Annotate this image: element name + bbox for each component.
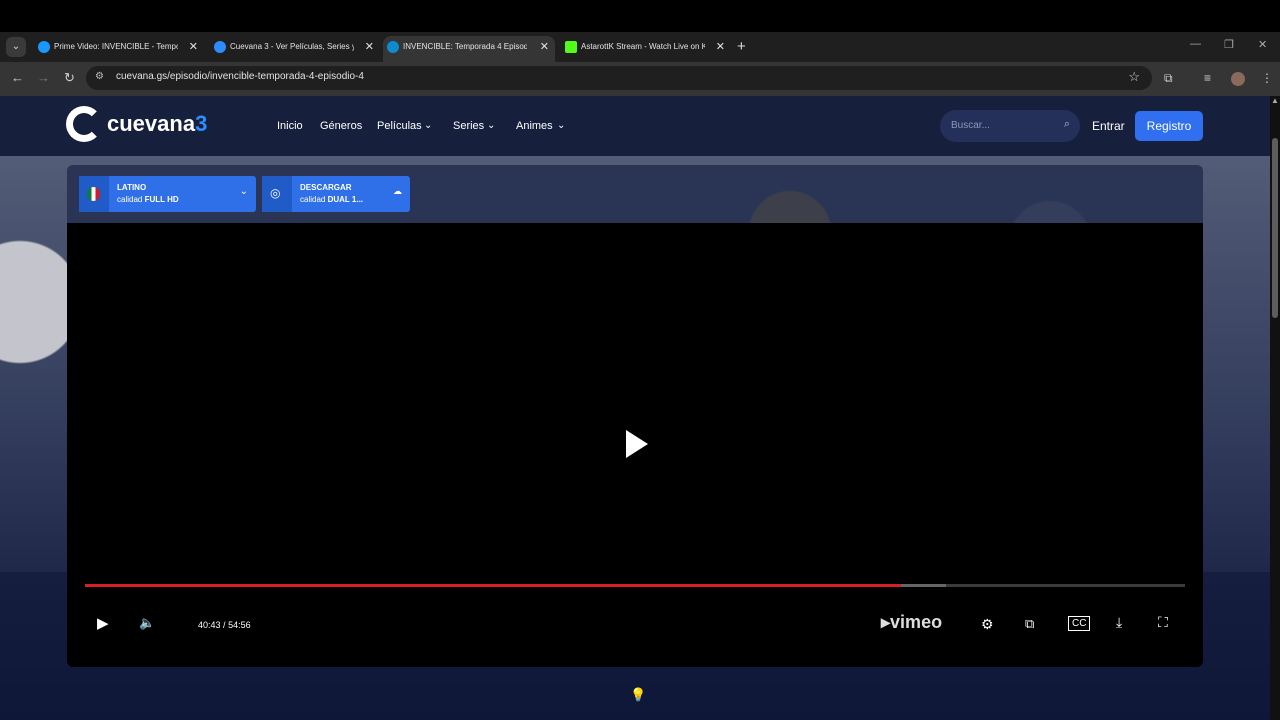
server-latino-button[interactable]: LATINO calidad FULL HD ⌄ <box>79 176 256 212</box>
forward-icon[interactable]: → <box>37 70 50 85</box>
nav-animes[interactable]: Animes <box>516 120 553 132</box>
progress-played <box>85 584 902 587</box>
search-icon[interactable]: ⌕ <box>1064 118 1070 131</box>
close-icon[interactable]: ✕ <box>716 36 725 58</box>
progress-bar[interactable] <box>85 584 1185 587</box>
tab-kick-stream[interactable]: AstarottK Stream - Watch Live on Kick ✕ <box>561 36 731 62</box>
player-icon <box>387 41 399 53</box>
download-icon-container: ◎ <box>262 176 292 212</box>
back-icon[interactable]: ← <box>11 70 24 85</box>
server-quality: calidad FULL HD <box>117 195 179 204</box>
minimize-icon[interactable]: — <box>1190 38 1201 50</box>
close-icon[interactable]: ✕ <box>540 36 549 58</box>
time-display: 40:43 / 54:56 <box>198 620 251 630</box>
big-play-icon[interactable] <box>626 430 648 458</box>
prime-video-icon <box>38 41 50 53</box>
page: cuevana3 Inicio Géneros Películas ⌄ Seri… <box>0 96 1280 720</box>
scroll-up-arrow-icon[interactable]: ▲ <box>1271 96 1279 105</box>
tab-title: Cuevana 3 - Ver Películas, Series y <box>230 42 354 51</box>
settings-gear-icon[interactable]: ⚙ <box>981 616 994 633</box>
player-section: LATINO calidad FULL HD ⌄ ◎ DESCARGAR cal… <box>67 165 1203 667</box>
menu-icon[interactable]: ⋮ <box>1261 71 1273 85</box>
register-button[interactable]: Registro <box>1135 111 1203 141</box>
bookmark-star-icon[interactable]: ☆ <box>1128 69 1140 85</box>
tab-invencible-episode[interactable]: INVENCIBLE: Temporada 4 Episodio ✕ <box>383 36 555 62</box>
logo-number: 3 <box>195 111 208 136</box>
kick-icon <box>565 41 577 53</box>
close-icon[interactable]: ✕ <box>189 36 198 58</box>
flag-container <box>79 176 109 212</box>
cuevana-logo-icon[interactable] <box>66 106 102 142</box>
nav-inicio[interactable]: Inicio <box>277 120 303 132</box>
fullscreen-icon[interactable]: ⛶ <box>1158 614 1168 631</box>
address-bar: ← → ↻ ⚙ cuevana.gs/episodio/invencible-t… <box>0 62 1280 96</box>
scroll-thumb[interactable] <box>1272 138 1278 318</box>
media-control-icon[interactable]: ≡ <box>1204 71 1211 85</box>
tab-prime-video[interactable]: Prime Video: INVENCIBLE - Temporada ✕ <box>34 36 204 62</box>
tab-strip: ⌄ Prime Video: INVENCIBLE - Temporada ✕ … <box>0 32 1280 62</box>
url-field[interactable]: ⚙ cuevana.gs/episodio/invencible-tempora… <box>86 66 1152 90</box>
download-icon[interactable]: ⤓ <box>1116 614 1122 631</box>
new-tab-icon[interactable]: + <box>737 38 746 55</box>
extensions-icon[interactable]: ⧉ <box>1164 71 1173 86</box>
nav-peliculas[interactable]: Películas <box>377 120 422 132</box>
cloud-download-icon: ☁ <box>393 186 402 196</box>
window-titlebar <box>0 0 1280 32</box>
site-header: cuevana3 Inicio Géneros Películas ⌄ Seri… <box>0 96 1270 156</box>
duration: 54:56 <box>228 620 251 630</box>
url-text: cuevana.gs/episodio/invencible-temporada… <box>116 71 364 82</box>
site-logo[interactable]: cuevana3 <box>107 111 207 137</box>
search-placeholder: Buscar... <box>951 120 990 131</box>
current-time: 40:43 <box>198 620 221 630</box>
mexico-flag-icon <box>87 187 100 201</box>
restore-icon[interactable]: ❐ <box>1224 38 1234 51</box>
chevron-down-icon: ⌄ <box>487 120 496 131</box>
server-label: LATINO <box>117 183 147 192</box>
nav-series[interactable]: Series <box>453 120 484 132</box>
nav-generos[interactable]: Géneros <box>320 120 362 132</box>
close-icon[interactable]: ✕ <box>365 36 374 58</box>
window-close-icon[interactable]: ✕ <box>1258 38 1267 51</box>
cuevana-icon <box>214 41 226 53</box>
login-link[interactable]: Entrar <box>1092 119 1125 133</box>
tab-title: Prime Video: INVENCIBLE - Temporada <box>54 42 178 51</box>
video-player[interactable]: ▶ 🔈 40:43 / 54:56 ▸vimeo ⚙ ⧉ CC ⤓ ⛶ <box>67 223 1203 667</box>
page-scrollbar[interactable]: ▲ <box>1270 96 1280 720</box>
chevron-down-icon: ⌄ <box>424 120 433 131</box>
closed-captions-icon[interactable]: CC <box>1068 616 1091 631</box>
search-input[interactable]: Buscar... ⌕ <box>940 110 1080 142</box>
site-info-icon[interactable]: ⚙ <box>95 71 104 82</box>
vimeo-logo[interactable]: ▸vimeo <box>881 612 942 633</box>
chevron-down-icon[interactable]: ⌄ <box>240 186 248 197</box>
play-icon[interactable]: ▶ <box>97 614 109 632</box>
volume-icon[interactable]: 🔈 <box>139 615 155 631</box>
tab-search-button[interactable]: ⌄ <box>6 37 26 57</box>
reload-icon[interactable]: ↻ <box>64 70 75 86</box>
profile-avatar[interactable] <box>1231 72 1245 86</box>
chevron-down-icon: ⌄ <box>557 120 566 131</box>
download-button[interactable]: ◎ DESCARGAR calidad DUAL 1... ☁ <box>262 176 410 212</box>
logo-text: cuevana <box>107 111 196 136</box>
tab-title: INVENCIBLE: Temporada 4 Episodio <box>403 42 527 51</box>
download-quality: calidad DUAL 1... <box>300 195 364 204</box>
tab-cuevana-home[interactable]: Cuevana 3 - Ver Películas, Series y ✕ <box>210 36 380 62</box>
download-target-icon: ◎ <box>270 186 281 200</box>
download-label: DESCARGAR <box>300 183 352 192</box>
lightbulb-icon[interactable]: 💡 <box>630 687 646 703</box>
picture-in-picture-icon[interactable]: ⧉ <box>1025 616 1034 632</box>
tab-title: AstarottK Stream - Watch Live on Kick <box>581 42 705 51</box>
